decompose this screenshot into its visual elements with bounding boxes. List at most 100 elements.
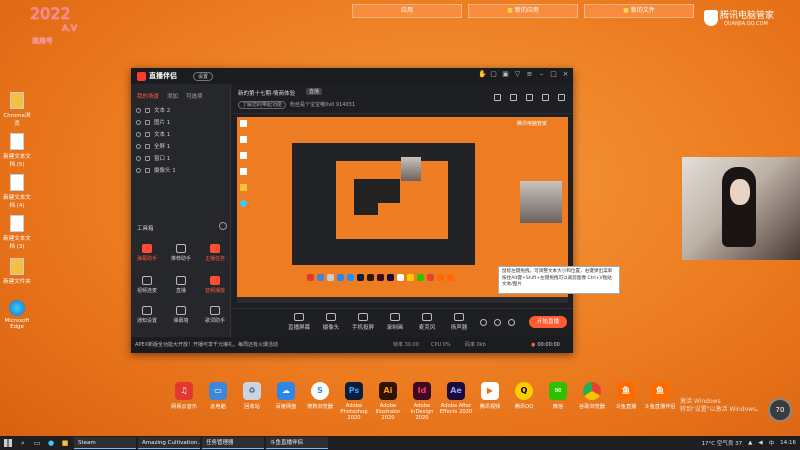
room-title[interactable]: 新的第十七期-情商体验 [238,89,295,97]
speaker-button[interactable]: 扬声器 [444,313,474,331]
room-sub-pill[interactable]: 了解您的带起功能 [238,101,287,109]
lock-icon[interactable] [145,143,150,149]
top-tab-3[interactable]: ■ 新的文件 [584,4,694,18]
file-explorer-icon[interactable]: ■ [58,436,72,450]
share-icon[interactable] [558,94,565,101]
top-tab-1[interactable]: 应用 [352,4,462,18]
phone-cast-button[interactable]: 手机投屏 [348,313,378,331]
room-icons [494,94,565,101]
lock-icon[interactable] [145,119,150,125]
dock-item[interactable]: ▭ 此电脑 [201,382,235,421]
volume-icon[interactable]: ◀ [758,440,762,446]
desktop-icon-5[interactable]: 新建文件夹 [2,258,32,285]
tool-live[interactable]: 直播 [169,276,193,294]
camera-button[interactable]: 摄像头 [316,313,346,331]
gift-icon[interactable]: ▣ [502,71,509,78]
lock-icon[interactable] [145,155,150,161]
status-notice[interactable]: APEX新版全功能大开放！开播可享千元壕礼，每周还有火爆活动 [135,342,278,348]
desktop-icon-1[interactable]: Chrome浏览 [2,92,32,127]
minimize-icon[interactable]: – [538,71,545,78]
message-icon[interactable]: ▢ [490,71,497,78]
tab-my-scenes[interactable]: 我的场景 [137,92,159,100]
tool-danmu-wall[interactable]: 弹幕墙 [169,306,193,324]
settings-pill[interactable]: 设置 [193,72,214,81]
windows-start-icon[interactable] [0,436,16,450]
eye-icon[interactable] [136,143,141,149]
tool-host-tasks[interactable]: 主播任务 [203,244,227,262]
eye-icon[interactable] [136,119,141,125]
top-tab-2[interactable]: ■ 新的应用 [468,4,578,18]
network-icon[interactable]: ▲ [748,440,752,446]
taskbar-app-steam[interactable]: Steam [74,437,136,449]
dock-item[interactable]: Ae Adobe After Effects 2020 [439,382,473,421]
eye-icon[interactable] [136,155,141,161]
eye-icon[interactable] [136,107,141,113]
layer-row[interactable]: 文本 2 [131,104,230,116]
dock-item[interactable]: Id Adobe InDesign 2020 [405,382,439,421]
maximize-icon[interactable]: □ [550,71,557,78]
taskbar-app-game[interactable]: Amazing Cultivation... [138,437,200,449]
screen-capture-button[interactable]: 直播屏幕 [284,313,314,331]
dock-item[interactable]: Q 腾讯QQ [507,382,541,421]
search-icon[interactable]: ⌕ [16,436,30,450]
lock-icon[interactable] [145,107,150,113]
clock[interactable]: 14:16 [780,440,796,446]
record-button[interactable]: 录制画 [380,313,410,331]
close-icon[interactable]: × [562,71,569,78]
tool-audio[interactable]: 音频播放 [203,276,227,294]
weather-text[interactable]: 17°C 空气良 37 [702,439,743,447]
dock-item[interactable]: ♫ 网易云音乐 [167,382,201,421]
dock-item[interactable]: ✉ 微信 [541,382,575,421]
tool-notice[interactable]: 通知设置 [135,306,159,324]
dock-item[interactable]: ▶ 腾讯视频 [473,382,507,421]
room-tag[interactable]: 直播 [306,88,323,95]
toolbox-add-button[interactable] [219,222,227,230]
dock-item[interactable]: 谷歌浏览器 [575,382,609,421]
desktop-icon-3[interactable]: 新建文本文档 (4) [2,174,32,209]
hand-icon[interactable]: ✋ [478,71,487,78]
dock-item[interactable]: 鱼斗鱼直播伴侣 [643,382,677,421]
temperature-badge[interactable]: 70 [768,398,792,422]
taskbar-app-douyu[interactable]: 斗鱼直播伴侣 [266,437,328,449]
tab-add[interactable]: 添加 [167,92,178,100]
tool-video-link[interactable]: 视频连麦 [135,276,159,294]
microphone-button[interactable]: 麦克风 [412,313,442,331]
lock-icon[interactable] [145,167,150,173]
eye-icon[interactable] [136,131,141,137]
dock-item[interactable]: Ai Adobe Illustrator 2020 [371,382,405,421]
desktop-icon-2[interactable]: 新建文本文档 (5) [2,133,32,168]
shirt-icon[interactable]: ▽ [514,71,521,78]
dock-item[interactable]: S 搜狗浏览器 [303,382,337,421]
language-indicator[interactable]: 中 [769,439,775,447]
desktop-icon-4[interactable]: 新建文本文档 (3) [2,215,32,250]
dock-item[interactable]: ☁ 百度网盘 [269,382,303,421]
dock-item[interactable]: ♻ 回收站 [235,382,269,421]
desktop-icon-6[interactable]: Microsoft Edge [2,300,32,330]
dock-item[interactable]: Ps Adobe Photoshop 2020 [337,382,371,421]
tool-lyrics[interactable]: 歌词助手 [203,306,227,324]
edge-icon[interactable]: ● [44,436,58,450]
layout-icon[interactable] [494,94,501,101]
tool-recommend[interactable]: 推荐助手 [169,244,193,262]
dock-item[interactable]: 鱼斗鱼直播 [609,382,643,421]
task-view-icon[interactable]: ▭ [30,436,44,450]
layer-row[interactable]: 文本 1 [131,128,230,140]
layer-row[interactable]: 图片 1 [131,116,230,128]
eye-icon[interactable] [136,167,141,173]
bell-icon[interactable] [542,94,549,101]
lock-icon[interactable] [145,131,150,137]
start-live-button[interactable]: 开始直播 [529,316,567,328]
layer-row[interactable]: 摄像头 1 [131,164,230,176]
tool-danmu-assistant[interactable]: 弹幕助手 [135,244,159,262]
lock-icon[interactable] [510,94,517,101]
gear-icon[interactable] [508,319,515,326]
tab-options[interactable]: 可选项 [186,92,203,100]
menu-icon[interactable]: ≡ [526,71,533,78]
layer-row[interactable]: 窗口 1 [131,152,230,164]
layer-row[interactable]: 全屏 1 [131,140,230,152]
taskbar-app-task-manager[interactable]: 任务管理器 [202,437,264,449]
preview-dock [307,274,454,281]
eye-icon[interactable] [494,319,501,326]
video-icon[interactable] [480,319,487,326]
share-icon[interactable] [526,94,533,101]
